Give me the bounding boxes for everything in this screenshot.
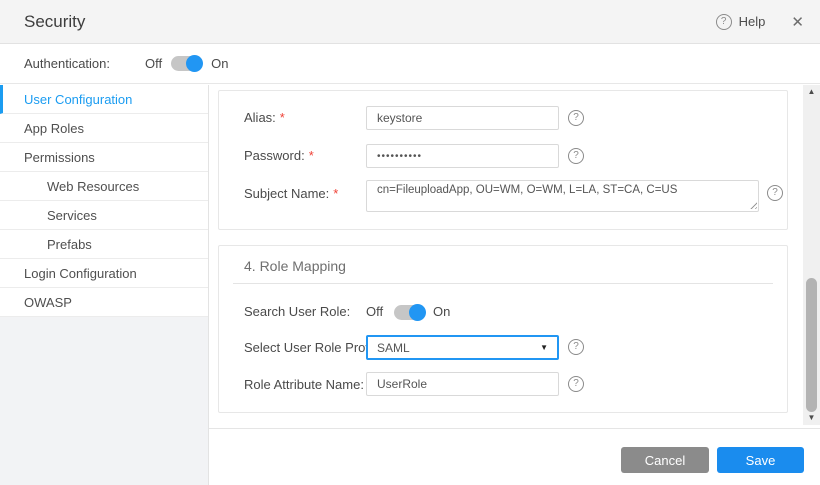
toggle-knob xyxy=(186,55,203,72)
sidebar-item-owasp[interactable]: OWASP xyxy=(0,288,208,317)
role-attribute-label: Role Attribute Name:* xyxy=(244,377,373,392)
role-attribute-help-icon[interactable]: ? xyxy=(568,376,584,392)
search-user-role-off-label: Off xyxy=(366,304,383,319)
selected-provider-value: SAML xyxy=(377,341,410,355)
alias-label: Alias:* xyxy=(244,110,285,125)
help-icon[interactable]: ? xyxy=(716,14,732,30)
required-asterisk: * xyxy=(333,186,338,201)
password-help-icon[interactable]: ? xyxy=(568,148,584,164)
subject-name-help-icon[interactable]: ? xyxy=(767,185,783,201)
alias-help-icon[interactable]: ? xyxy=(568,110,584,126)
dropdown-arrow-icon: ▼ xyxy=(540,343,548,352)
password-input[interactable] xyxy=(366,144,559,168)
sidebar-item-app-roles[interactable]: App Roles xyxy=(0,114,208,143)
role-mapping-panel: 4. Role Mapping Search User Role: Off On… xyxy=(218,245,788,413)
role-attribute-input[interactable] xyxy=(366,372,559,396)
password-label: Password:* xyxy=(244,148,314,163)
provider-help-icon[interactable]: ? xyxy=(568,339,584,355)
section-divider xyxy=(233,283,773,284)
window-header: Security ? Help ✕ xyxy=(0,0,820,44)
search-user-role-label: Search User Role: xyxy=(244,304,350,319)
sidebar-item-user-configuration[interactable]: User Configuration xyxy=(0,85,208,114)
sidebar: User Configuration App Roles Permissions… xyxy=(0,85,209,485)
scroll-up-icon[interactable]: ▲ xyxy=(803,85,820,99)
required-asterisk: * xyxy=(280,110,285,125)
subject-name-label: Subject Name:* xyxy=(244,186,338,201)
authentication-on-label: On xyxy=(211,56,228,71)
save-button[interactable]: Save xyxy=(717,447,804,473)
search-user-role-on-label: On xyxy=(433,304,450,319)
header-actions: ? Help ✕ xyxy=(716,13,804,31)
sidebar-item-prefabs[interactable]: Prefabs xyxy=(0,230,208,259)
subject-name-textarea[interactable]: cn=FileuploadApp, OU=WM, O=WM, L=LA, ST=… xyxy=(366,180,759,212)
help-link[interactable]: Help xyxy=(739,14,766,29)
cancel-button[interactable]: Cancel xyxy=(621,447,709,473)
user-role-provider-select[interactable]: SAML ▼ xyxy=(366,335,559,360)
vertical-scrollbar[interactable]: ▲ ▼ xyxy=(803,85,820,425)
alias-input[interactable] xyxy=(366,106,559,130)
main-content: Alias:* ? Password:* ? Subject Name:* cn… xyxy=(209,84,820,485)
search-user-role-toggle[interactable] xyxy=(394,305,425,320)
authentication-toggle[interactable] xyxy=(171,56,202,71)
footer-divider xyxy=(209,428,820,429)
page-title: Security xyxy=(24,12,85,32)
sidebar-item-login-configuration[interactable]: Login Configuration xyxy=(0,259,208,288)
required-asterisk: * xyxy=(309,148,314,163)
sidebar-item-services[interactable]: Services xyxy=(0,201,208,230)
scrollbar-thumb[interactable] xyxy=(806,278,817,412)
authentication-off-label: Off xyxy=(145,56,162,71)
sidebar-item-web-resources[interactable]: Web Resources xyxy=(0,172,208,201)
scroll-down-icon[interactable]: ▼ xyxy=(803,411,820,425)
toggle-knob xyxy=(409,304,426,321)
role-mapping-heading: 4. Role Mapping xyxy=(244,258,346,274)
sidebar-item-permissions[interactable]: Permissions xyxy=(0,143,208,172)
certificate-fields-panel: Alias:* ? Password:* ? Subject Name:* cn… xyxy=(218,90,788,230)
authentication-bar: Authentication: Off On xyxy=(0,44,820,84)
authentication-label: Authentication: xyxy=(24,56,110,71)
close-icon[interactable]: ✕ xyxy=(791,13,804,31)
